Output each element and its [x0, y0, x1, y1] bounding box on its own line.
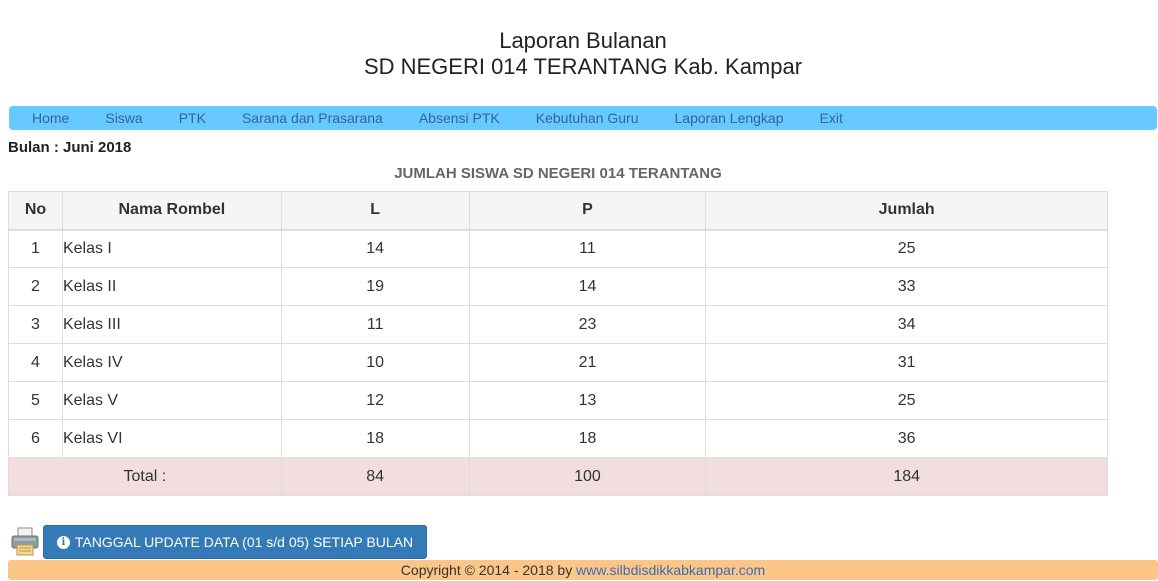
cell-jumlah: 34	[705, 305, 1108, 344]
cell-p: 13	[468, 381, 707, 420]
header-nama-rombel: Nama Rombel	[61, 191, 282, 231]
header-p: P	[468, 191, 707, 231]
cell-l: 18	[280, 419, 470, 458]
footer-site-link[interactable]: www.silbdisdikkabkampar.com	[576, 562, 765, 578]
table-row: 5 Kelas V 12 13 25	[8, 381, 1108, 420]
nav-ptk[interactable]: PTK	[179, 110, 206, 126]
update-data-button[interactable]: i TANGGAL UPDATE DATA (01 s/d 05) SETIAP…	[43, 525, 427, 559]
cell-no: 6	[8, 419, 63, 458]
cell-p: 11	[468, 229, 707, 268]
table-row: 6 Kelas VI 18 18 36	[8, 419, 1108, 458]
cell-l: 10	[280, 343, 470, 382]
nav-exit[interactable]: Exit	[820, 110, 843, 126]
nav-siswa[interactable]: Siswa	[105, 110, 142, 126]
table-row: 4 Kelas IV 10 21 31	[8, 343, 1108, 382]
cell-no: 5	[8, 381, 63, 420]
cell-no: 1	[8, 229, 63, 268]
cell-no: 4	[8, 343, 63, 382]
cell-l: 11	[280, 305, 470, 344]
cell-jumlah: 33	[705, 267, 1108, 306]
header-jumlah: Jumlah	[705, 191, 1108, 231]
nav-kebutuhan-guru[interactable]: Kebutuhan Guru	[536, 110, 639, 126]
nav-home[interactable]: Home	[32, 110, 69, 126]
table-row: 2 Kelas II 19 14 33	[8, 267, 1108, 306]
cell-no: 2	[8, 267, 63, 306]
month-label: Bulan : Juni 2018	[8, 139, 132, 156]
cell-nama-rombel: Kelas III	[61, 305, 282, 344]
table-row: 3 Kelas III 11 23 34	[8, 305, 1108, 344]
total-l: 84	[280, 457, 470, 496]
info-icon: i	[56, 535, 70, 549]
total-label: Total :	[8, 457, 282, 496]
main-navbar: Home Siswa PTK Sarana dan Prasarana Abse…	[9, 106, 1157, 130]
table-total-row: Total : 84 100 184	[8, 457, 1108, 496]
table-header-row: No Nama Rombel L P Jumlah	[8, 191, 1108, 231]
school-title: SD NEGERI 014 TERANTANG Kab. Kampar	[363, 54, 803, 79]
cell-no: 3	[8, 305, 63, 344]
cell-jumlah: 36	[705, 419, 1108, 458]
nav-absensi-ptk[interactable]: Absensi PTK	[419, 110, 500, 126]
cell-p: 21	[468, 343, 707, 382]
student-count-table: No Nama Rombel L P Jumlah 1 Kelas I 14 1…	[8, 191, 1108, 496]
report-title: Laporan Bulanan	[499, 28, 667, 53]
update-data-button-label: TANGGAL UPDATE DATA (01 s/d 05) SETIAP B…	[74, 534, 414, 550]
nav-sarana-prasarana[interactable]: Sarana dan Prasarana	[242, 110, 383, 126]
cell-p: 23	[468, 305, 707, 344]
footer: Copyright © 2014 - 2018 by www.silbdisdi…	[8, 560, 1158, 580]
header-l: L	[280, 191, 470, 231]
cell-jumlah: 31	[705, 343, 1108, 382]
header-no: No	[8, 191, 63, 231]
table-row: 1 Kelas I 14 11 25	[8, 229, 1108, 268]
page-header: Laporan Bulanan SD NEGERI 014 TERANTANG …	[0, 28, 1158, 80]
cell-nama-rombel: Kelas I	[61, 229, 282, 268]
cell-nama-rombel: Kelas IV	[61, 343, 282, 382]
total-jumlah: 184	[705, 457, 1108, 496]
nav-laporan-lengkap[interactable]: Laporan Lengkap	[675, 110, 784, 126]
cell-nama-rombel: Kelas VI	[61, 419, 282, 458]
copyright-text: Copyright © 2014 - 2018 by	[400, 562, 577, 578]
cell-nama-rombel: Kelas V	[61, 381, 282, 420]
cell-l: 12	[280, 381, 470, 420]
cell-jumlah: 25	[705, 229, 1108, 268]
cell-l: 19	[280, 267, 470, 306]
cell-p: 18	[468, 419, 707, 458]
cell-p: 14	[468, 267, 707, 306]
table-title: JUMLAH SISWA SD NEGERI 014 TERANTANG	[394, 165, 722, 182]
printer-icon[interactable]	[10, 526, 40, 556]
total-p: 100	[468, 457, 707, 496]
cell-jumlah: 25	[705, 381, 1108, 420]
cell-l: 14	[280, 229, 470, 268]
cell-nama-rombel: Kelas II	[61, 267, 282, 306]
